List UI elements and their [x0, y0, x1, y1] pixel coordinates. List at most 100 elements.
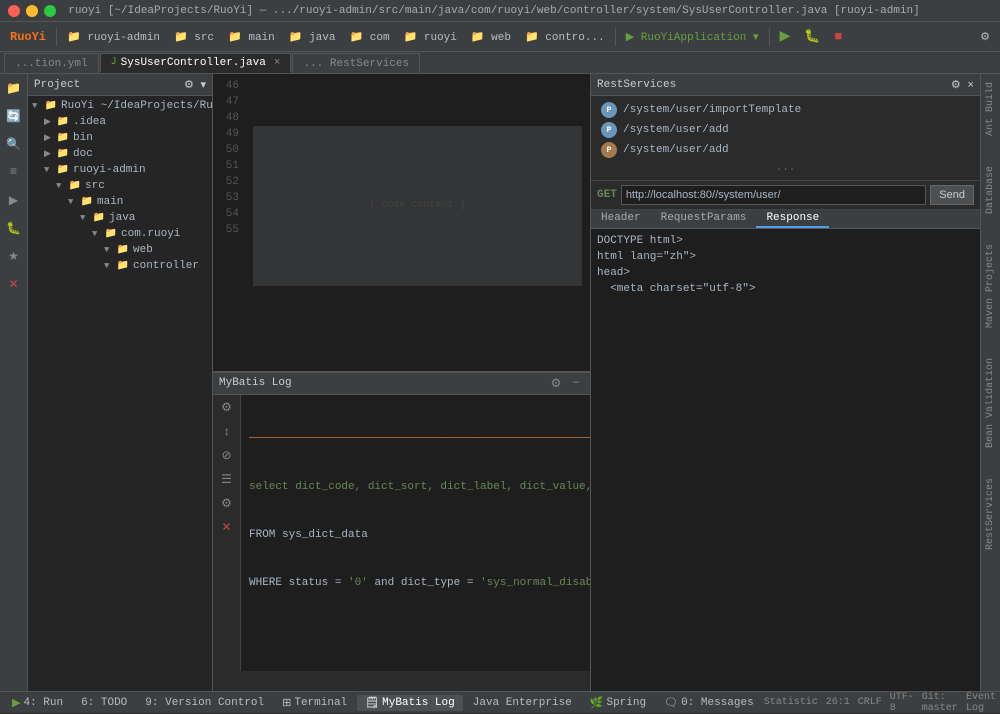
log-content-area[interactable]: ────────────────────────────────────────…: [241, 395, 590, 672]
database-tab[interactable]: Database: [985, 166, 996, 214]
rest-item-add-put[interactable]: P /system/user/add: [597, 140, 974, 160]
tab-request-params[interactable]: RequestParams: [651, 210, 757, 228]
project-panel: Project ⚙ ▾ ▼ 📁 RuoYi ~/IdeaProjects/Ruo…: [28, 74, 213, 693]
project-icon[interactable]: 📁: [4, 78, 24, 98]
ant-build-tab[interactable]: Ant Build: [985, 82, 996, 136]
editor-tabs: ...tion.yml J SysUserController.java × .…: [0, 52, 1000, 74]
minimize-button[interactable]: [26, 5, 38, 17]
terminal-tab-label: Terminal: [294, 697, 347, 709]
tab-sysuser-controller[interactable]: J SysUserController.java ×: [100, 53, 292, 73]
log-line-select1: select dict_code, dict_sort, dict_label,…: [249, 479, 582, 495]
tree-bin[interactable]: ▶ 📁 bin: [28, 130, 212, 146]
version-control-tab[interactable]: 9: Version Control: [137, 696, 272, 710]
rest-url-1: /system/user/importTemplate: [623, 104, 801, 116]
send-button[interactable]: Send: [930, 185, 974, 205]
java-file-icon: J: [111, 57, 117, 68]
log-line-17: ────────────────────────────────────────…: [249, 671, 582, 672]
statistic-tab[interactable]: Statistic: [764, 697, 818, 708]
log-close-icon[interactable]: ✕: [218, 519, 236, 537]
tree-doc[interactable]: ▶ 📁 doc: [28, 146, 212, 162]
bookmark-icon[interactable]: ★: [4, 246, 24, 266]
java-folder-icon: 📁: [92, 211, 106, 225]
run-sidebar-icon[interactable]: ▶: [4, 190, 24, 210]
toolbar-web[interactable]: 📁 web: [465, 28, 517, 46]
mybatis-log-tab[interactable]: 🗒 MyBatis Log: [357, 695, 463, 711]
log-line-blank1: [249, 623, 582, 639]
toolbar-ruoyi[interactable]: 📁 ruoyi: [398, 28, 463, 46]
run-button[interactable]: ▶: [774, 26, 797, 47]
tree-arrow: ▼: [32, 101, 44, 111]
stop-button[interactable]: ■: [828, 27, 848, 46]
log-minimize-icon[interactable]: −: [568, 375, 584, 391]
com-folder-icon: 📁: [104, 227, 118, 241]
tree-src[interactable]: ▼ 📁 src: [28, 178, 212, 194]
maven-projects-tab[interactable]: Maven Projects: [985, 244, 996, 328]
log-scroll-icon[interactable]: ↕: [218, 423, 236, 441]
tree-idea[interactable]: ▶ 📁 .idea: [28, 114, 212, 130]
title-bar: ruoyi [~/IdeaProjects/RuoYi] — .../ruoyi…: [0, 0, 1000, 22]
toolbar-main[interactable]: 📁 main: [222, 28, 281, 46]
tree-java[interactable]: ▼ 📁 java: [28, 210, 212, 226]
toolbar-run-config[interactable]: ▶ RuoYiApplication ▾: [620, 28, 765, 46]
hierarchy-icon[interactable]: ≡: [4, 162, 24, 182]
tree-web[interactable]: ▼ 📁 web: [28, 242, 212, 258]
settings-icon[interactable]: ⚙: [974, 28, 996, 46]
tree-main[interactable]: ▼ 📁 main: [28, 194, 212, 210]
post-badge-2: P: [601, 122, 617, 138]
tab-tion-yml[interactable]: ...tion.yml: [4, 53, 99, 73]
terminal-tab[interactable]: ⊞ Terminal: [274, 695, 355, 711]
log-settings-icon[interactable]: ⚙: [548, 375, 564, 391]
response-content: DOCTYPE html> html lang="zh"> head> <met…: [591, 229, 980, 693]
event-log-tab[interactable]: Event Log: [966, 692, 996, 714]
toolbar-com[interactable]: 📁 com: [343, 28, 395, 46]
debug-sidebar-icon[interactable]: 🐛: [4, 218, 24, 238]
bean-validation-tab[interactable]: Bean Validation: [985, 358, 996, 448]
tree-arrow: ▼: [44, 165, 56, 175]
todo-tab[interactable]: 6: TODO: [73, 696, 135, 710]
status-charset: UTF-8: [890, 692, 914, 714]
maximize-button[interactable]: [44, 5, 56, 17]
log-settings2-icon[interactable]: ⚙: [218, 495, 236, 513]
close-tab-icon[interactable]: ×: [274, 57, 281, 69]
bottom-toolbar: ▶ 4: Run 6: TODO 9: Version Control ⊞ Te…: [0, 691, 1000, 713]
log-filter-icon[interactable]: ⚙: [218, 399, 236, 417]
tab-rest-services[interactable]: ... RestServices: [292, 53, 420, 73]
toolbar-ruoyi-admin[interactable]: 📁 ruoyi-admin: [61, 28, 166, 46]
java-enterprise-tab[interactable]: Java Enterprise: [465, 696, 580, 710]
project-settings-icon[interactable]: ⚙ ▾: [184, 78, 206, 92]
tree-arrow: ▼: [56, 181, 68, 191]
tree-ruoyi-root[interactable]: ▼ 📁 RuoYi ~/IdeaProjects/RuoYi: [28, 98, 212, 114]
messages-icon: 🗨: [664, 696, 678, 710]
toolbar-java[interactable]: 📁 java: [283, 28, 342, 46]
tree-com-ruoyi[interactable]: ▼ 📁 com.ruoyi: [28, 226, 212, 242]
commit-icon[interactable]: 🔄: [4, 106, 24, 126]
request-url-input[interactable]: [621, 185, 926, 205]
debug-button[interactable]: 🐛: [798, 27, 826, 46]
close-button[interactable]: [8, 5, 20, 17]
mybatis-log-panel: MyBatis Log ⚙ − ⚙ ↕ ⊘ ☰ ⚙ ✕: [213, 371, 590, 672]
log-panel-tools: ⚙ −: [548, 375, 584, 391]
messages-tab[interactable]: 🗨 0: Messages: [656, 695, 762, 711]
tab-response[interactable]: Response: [756, 210, 829, 228]
toolbar-src[interactable]: 📁 src: [168, 28, 220, 46]
rest-request-bar: GET Send: [591, 181, 980, 210]
tree-ruoyi-admin[interactable]: ▼ 📁 ruoyi-admin: [28, 162, 212, 178]
rest-item-import[interactable]: P /system/user/importTemplate: [597, 100, 974, 120]
code-editor: 46 47 48 49 50 51 52 53 54 55 [ code con…: [213, 74, 590, 373]
run-tab[interactable]: ▶ 4: Run: [4, 695, 71, 711]
tree-controller[interactable]: ▼ 📁 controller: [28, 258, 212, 274]
rest-header-icons[interactable]: ⚙ ×: [951, 78, 974, 92]
tab-header[interactable]: Header: [591, 210, 651, 228]
rest-item-add-post[interactable]: P /system/user/add: [597, 120, 974, 140]
response-text: DOCTYPE html> html lang="zh"> head> <met…: [597, 233, 974, 297]
log-list-icon[interactable]: ☰: [218, 471, 236, 489]
rest-services-side-tab[interactable]: RestServices: [985, 478, 996, 550]
find-icon[interactable]: 🔍: [4, 134, 24, 154]
code-content[interactable]: [ code content ]: [245, 74, 590, 373]
stop-sidebar-icon[interactable]: ✕: [4, 274, 24, 294]
toolbar-controller[interactable]: 📁 contro...: [519, 28, 611, 46]
ln-46: 46: [213, 78, 239, 94]
log-clear-icon[interactable]: ⊘: [218, 447, 236, 465]
spring-tab[interactable]: 🌿 Spring: [582, 695, 654, 711]
java-label: java: [109, 212, 135, 224]
